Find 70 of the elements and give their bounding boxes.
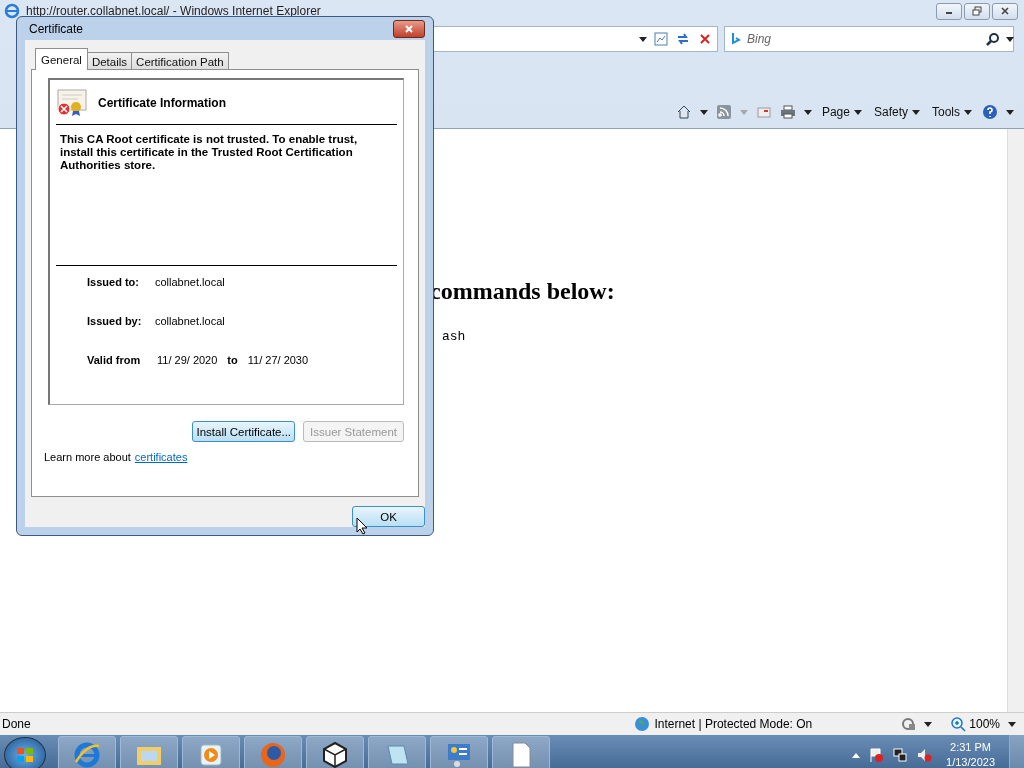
command-menu[interactable]: Tools xyxy=(930,105,974,119)
cube-icon xyxy=(320,740,350,768)
tab[interactable]: General xyxy=(35,48,88,70)
field-value: collabnet.local xyxy=(155,315,225,327)
close-icon xyxy=(1000,6,1010,16)
field-value: collabnet.local xyxy=(155,276,225,288)
window-title: http://router.collabnet.local/ - Windows Internet Explorer xyxy=(26,4,321,18)
browser-icon xyxy=(72,740,102,768)
tab[interactable]: Certification Path xyxy=(131,52,229,70)
mouse-cursor-icon xyxy=(356,517,368,535)
caret-icon xyxy=(964,109,972,115)
date-value: 11/ 27/ 2030 xyxy=(246,354,310,366)
dialog-button[interactable]: Install Certificate... xyxy=(192,421,296,442)
restore-icon xyxy=(972,6,982,16)
learn-more-text: Learn more about xyxy=(44,451,131,463)
close-button[interactable] xyxy=(393,19,425,38)
search-engine-icon xyxy=(731,32,741,46)
windows-logo-icon xyxy=(15,745,35,765)
zoom-level[interactable]: 100% xyxy=(969,717,1000,731)
close-icon xyxy=(404,23,414,34)
field-label: Issued to: xyxy=(87,276,140,288)
untrusted-certificate-icon xyxy=(56,89,88,117)
command-menu[interactable]: Safety xyxy=(871,105,922,119)
field-label: Issued by: xyxy=(87,315,143,327)
taskbar-button[interactable] xyxy=(306,736,364,768)
command-menu[interactable]: Page xyxy=(819,105,864,119)
status-text: Done xyxy=(2,717,31,731)
field-label: Valid from xyxy=(87,354,142,366)
action-center-flag-icon[interactable] xyxy=(868,747,885,763)
dialog-title: Certificate xyxy=(29,21,84,36)
code-text: ash xyxy=(442,329,467,344)
dropdown-icon[interactable] xyxy=(1006,109,1014,115)
page-heading: commands below: xyxy=(430,278,616,305)
section-heading: Certificate Information xyxy=(98,96,226,110)
search-icon[interactable] xyxy=(986,32,1000,46)
dropdown-icon[interactable] xyxy=(1006,36,1014,42)
refresh-icon[interactable] xyxy=(675,31,691,47)
dropdown-icon[interactable] xyxy=(639,36,647,42)
muted-speaker-icon[interactable] xyxy=(916,747,933,763)
dropdown-icon[interactable] xyxy=(699,109,708,115)
home-icon[interactable] xyxy=(675,104,692,120)
restore-button[interactable] xyxy=(964,2,990,20)
dropdown-icon[interactable] xyxy=(1008,721,1016,727)
feed-icon[interactable] xyxy=(715,104,732,120)
scrollbar[interactable] xyxy=(1007,129,1024,712)
show-hidden-icons-icon[interactable] xyxy=(852,752,861,758)
firefox-icon xyxy=(258,740,288,768)
minimize-button[interactable] xyxy=(936,2,962,20)
date-value: 11/ 29/ 2020 xyxy=(156,354,219,366)
clock[interactable]: 2:31 PM 1/13/2023 xyxy=(940,740,1001,768)
field-label: to xyxy=(227,354,238,366)
help-icon[interactable] xyxy=(982,104,998,120)
caret-icon xyxy=(853,109,862,115)
network-icon[interactable] xyxy=(892,747,909,763)
dropdown-icon[interactable] xyxy=(924,721,933,727)
tab[interactable]: Details xyxy=(86,52,133,70)
zone-text: Internet | Protected Mode: On xyxy=(654,717,813,731)
start-button[interactable] xyxy=(4,737,46,768)
caret-icon xyxy=(912,109,920,115)
dropdown-icon[interactable] xyxy=(803,109,812,115)
ok-button[interactable]: OK xyxy=(352,506,425,527)
mail-icon[interactable] xyxy=(755,104,772,120)
close-button[interactable] xyxy=(992,2,1018,20)
globe-icon xyxy=(634,716,651,732)
browser-logo-icon xyxy=(4,3,20,19)
trust-message: This CA Root certificate is not trusted. To enable trust, install this certificate in the Trusted Root Certification Authorities store. xyxy=(60,133,359,172)
zoom-icon xyxy=(950,716,967,732)
print-icon[interactable] xyxy=(779,104,796,120)
search-field[interactable]: Bing xyxy=(724,26,1014,52)
certificates-link[interactable]: certificates xyxy=(134,451,188,463)
